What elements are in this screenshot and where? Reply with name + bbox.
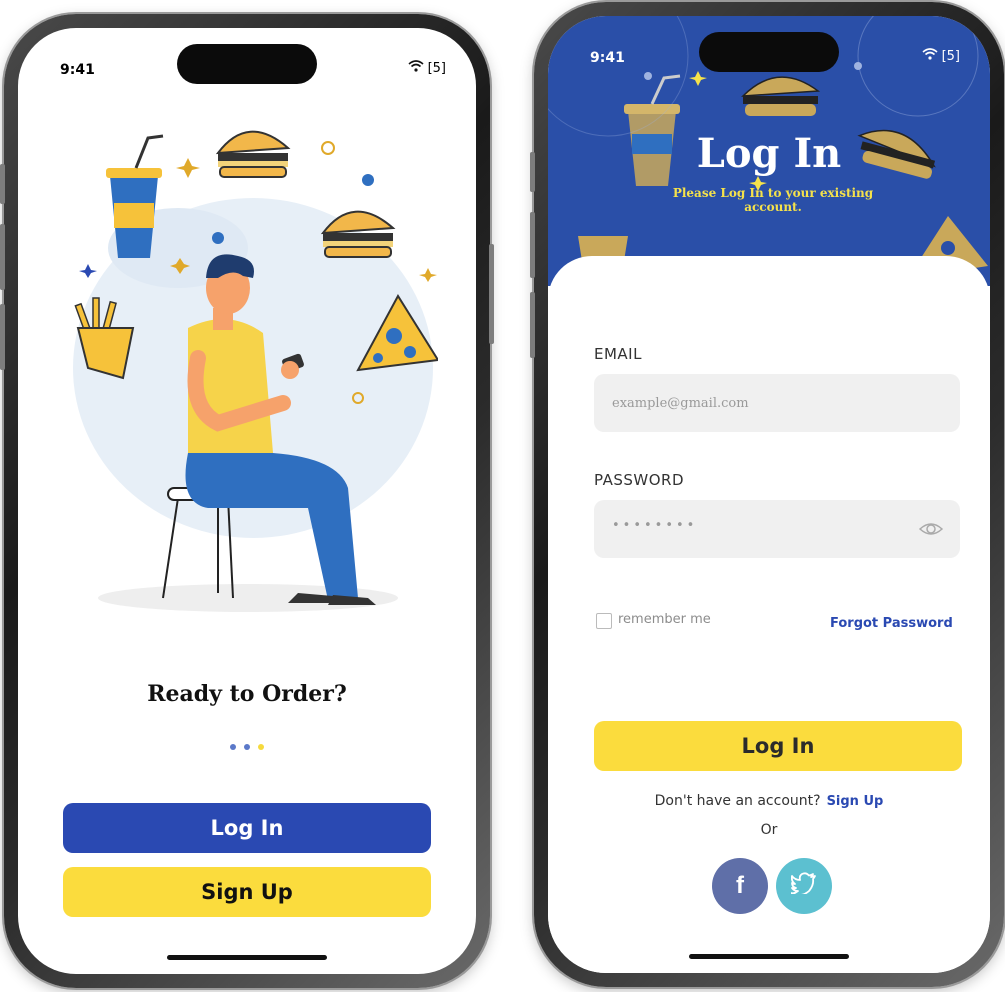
page-indicator [18,744,476,750]
status-icons: [5] [922,48,960,64]
status-time: 9:41 [590,50,625,66]
volume-down-button [0,304,5,370]
volume-down-button [530,292,535,358]
remember-me-label: remember me [618,612,711,627]
welcome-screen: 9:41 [5] Ready to Order? Log In Sign Up [18,28,476,974]
login-button[interactable]: Log In [63,803,431,853]
dynamic-island [177,44,317,84]
password-input[interactable]: •••••••• [612,518,697,533]
volume-up-button [0,224,5,290]
no-account-text: Don't have an account? [654,793,821,809]
status-icons: [5] [408,60,446,76]
battery-icon: [5] [941,48,960,64]
home-indicator [167,955,327,960]
status-time: 9:41 [60,62,95,78]
wifi-icon [408,60,424,76]
home-indicator [689,954,849,959]
signup-link[interactable]: Sign Up [827,794,884,809]
password-label: PASSWORD [594,471,685,489]
twitter-button[interactable] [776,858,832,914]
power-button [489,244,494,344]
burger-icon [215,130,291,178]
wifi-icon [922,48,938,64]
battery-icon: [5] [427,60,446,76]
mute-switch [530,152,535,192]
page-dot-active [258,744,264,750]
dynamic-island [699,32,839,72]
facebook-button[interactable]: f [712,858,768,914]
volume-up-button [530,212,535,278]
facebook-icon: f [736,872,744,899]
login-screen: Log In Please Log In to your existing ac… [548,16,990,973]
forgot-password-link[interactable]: Forgot Password [830,616,953,631]
login-submit-button[interactable]: Log In [594,721,962,771]
page-dot [244,744,250,750]
password-field-container: •••••••• [594,500,960,558]
remember-me-checkbox[interactable] [596,613,612,629]
login-subtitle: Please Log In to your existing account. [672,186,874,214]
mute-switch [0,164,5,204]
twitter-icon [790,872,817,900]
signup-button[interactable]: Sign Up [63,867,431,917]
no-account-row: Don't have an account? Sign Up [548,793,990,809]
or-divider: Or [760,822,778,838]
email-label: EMAIL [594,345,642,363]
login-title: Log In [696,130,842,177]
phone-login: Log In Please Log In to your existing ac… [530,2,1004,987]
email-field-container [594,374,960,432]
phone-welcome: 9:41 [5] Ready to Order? Log In Sign Up [0,14,494,988]
welcome-title: Ready to Order? [147,681,347,707]
page-dot [230,744,236,750]
person-ordering-illustration [73,130,438,612]
email-input[interactable] [594,374,960,432]
login-form-card: EMAIL PASSWORD •••••••• remember me Forg… [548,256,990,973]
eye-icon[interactable] [918,519,944,543]
